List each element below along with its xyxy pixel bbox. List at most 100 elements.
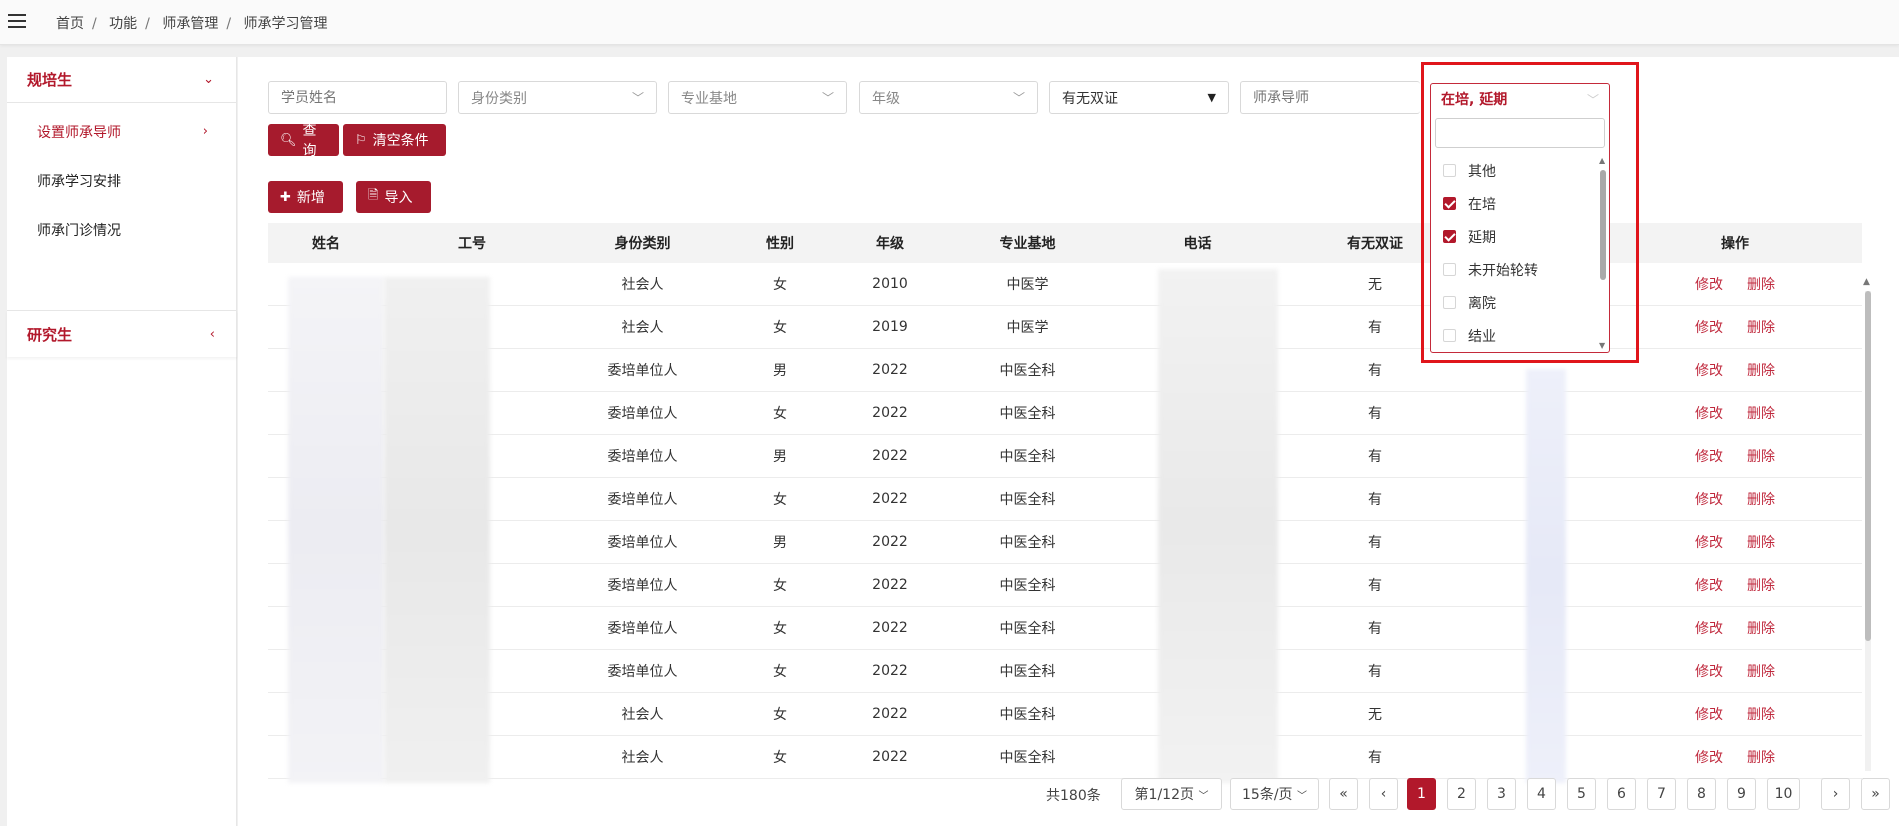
- import-button[interactable]: 🗎︎ 导入: [356, 181, 431, 213]
- prev-page-button[interactable]: ‹: [1369, 778, 1398, 810]
- delete-link[interactable]: 删除: [1747, 535, 1775, 551]
- cell-actions: 修改 删除: [1645, 489, 1825, 509]
- edit-link[interactable]: 修改: [1695, 664, 1723, 680]
- header-actions: 操作: [1721, 236, 1749, 252]
- delete-link[interactable]: 删除: [1747, 277, 1775, 293]
- cell-base: 中医全科: [999, 535, 1056, 551]
- checkbox-icon[interactable]: [1443, 296, 1456, 309]
- delete-link[interactable]: 删除: [1747, 492, 1775, 508]
- tutor-input[interactable]: [1240, 81, 1420, 114]
- sidebar-item-study-schedule[interactable]: 师承学习安排: [7, 156, 236, 205]
- page-size-select[interactable]: 15条/页 ﹀: [1230, 778, 1319, 810]
- delete-link[interactable]: 删除: [1747, 363, 1775, 379]
- scrollbar-thumb[interactable]: [1600, 170, 1606, 280]
- delete-link[interactable]: 删除: [1747, 578, 1775, 594]
- edit-link[interactable]: 修改: [1695, 363, 1723, 379]
- delete-link[interactable]: 删除: [1747, 406, 1775, 422]
- page-button-8[interactable]: 8: [1687, 778, 1716, 810]
- status-option[interactable]: 离院: [1431, 286, 1609, 319]
- page-button-9[interactable]: 9: [1727, 778, 1756, 810]
- status-select-value[interactable]: 在培, 延期 ﹀: [1431, 84, 1609, 114]
- cell-base: 中医全科: [999, 406, 1056, 422]
- cert-select[interactable]: 有无双证 ▼: [1049, 81, 1229, 114]
- edit-link[interactable]: 修改: [1695, 750, 1723, 766]
- status-option-label: 离院: [1468, 295, 1496, 312]
- page-button-4[interactable]: 4: [1527, 778, 1556, 810]
- edit-link[interactable]: 修改: [1695, 707, 1723, 723]
- query-button[interactable]: 🔍︎ 查询: [268, 123, 339, 159]
- checkbox-icon[interactable]: [1443, 164, 1456, 177]
- page-button-1[interactable]: 1: [1407, 778, 1436, 810]
- page-button-10[interactable]: 10: [1767, 778, 1800, 810]
- sidebar-item-clinic[interactable]: 师承门诊情况: [7, 205, 236, 254]
- page-button-2[interactable]: 2: [1447, 778, 1476, 810]
- status-option[interactable]: 未开始轮转: [1431, 253, 1609, 286]
- add-button[interactable]: ✚ 新增: [268, 181, 343, 213]
- edit-link[interactable]: 修改: [1695, 277, 1723, 293]
- page-button-5[interactable]: 5: [1567, 778, 1596, 810]
- first-page-button[interactable]: «: [1329, 778, 1358, 810]
- grade-select[interactable]: 年级 ﹀: [859, 81, 1038, 114]
- scroll-down-icon[interactable]: ▼: [1599, 341, 1605, 350]
- edit-link[interactable]: 修改: [1695, 578, 1723, 594]
- breadcrumb-mentorship[interactable]: 师承管理: [162, 16, 218, 32]
- status-option[interactable]: 延期: [1431, 220, 1609, 253]
- status-option[interactable]: 结业: [1431, 319, 1609, 350]
- status-multiselect[interactable]: 在培, 延期 ﹀ 其他 在培 延期未开始轮转离院结业 ▲ ▼: [1430, 83, 1610, 353]
- identity-type-select[interactable]: 身份类别 ﹀: [458, 81, 657, 114]
- cell-type: 委培单位人: [607, 535, 678, 551]
- delete-link[interactable]: 删除: [1747, 707, 1775, 723]
- tutor-field[interactable]: [1253, 89, 1408, 106]
- delete-link[interactable]: 删除: [1747, 621, 1775, 637]
- status-option-label: 未开始轮转: [1468, 262, 1538, 279]
- search-icon: 🔍︎: [280, 132, 297, 148]
- cell-actions: 修改 删除: [1645, 317, 1825, 337]
- edit-link[interactable]: 修改: [1695, 621, 1723, 637]
- delete-link[interactable]: 删除: [1747, 664, 1775, 680]
- header-grade: 年级: [876, 236, 904, 252]
- edit-link[interactable]: 修改: [1695, 320, 1723, 336]
- edit-link[interactable]: 修改: [1695, 535, 1723, 551]
- table-scrollbar[interactable]: ▲ ▼: [1862, 277, 1874, 787]
- student-name-input[interactable]: [268, 81, 447, 114]
- checkbox-checked-icon[interactable]: [1443, 197, 1456, 210]
- cell-base: 中医全科: [999, 707, 1056, 723]
- base-select[interactable]: 专业基地 ﹀: [668, 81, 847, 114]
- scroll-up-icon[interactable]: ▲: [1599, 156, 1605, 165]
- base-value: 专业基地: [681, 90, 737, 107]
- breadcrumb-function[interactable]: 功能: [109, 16, 137, 32]
- delete-link[interactable]: 删除: [1747, 449, 1775, 465]
- page-button-7[interactable]: 7: [1647, 778, 1676, 810]
- scrollbar-thumb[interactable]: [1865, 291, 1871, 641]
- edit-link[interactable]: 修改: [1695, 406, 1723, 422]
- dropdown-scrollbar[interactable]: ▲ ▼: [1599, 156, 1607, 350]
- scroll-up-icon[interactable]: ▲: [1863, 277, 1870, 287]
- status-option[interactable]: 其他: [1431, 154, 1609, 187]
- student-name-field[interactable]: [281, 89, 434, 106]
- delete-link[interactable]: 删除: [1747, 750, 1775, 766]
- page-button-3[interactable]: 3: [1487, 778, 1516, 810]
- checkbox-checked-icon[interactable]: [1443, 230, 1456, 243]
- edit-link[interactable]: 修改: [1695, 449, 1723, 465]
- sidebar-group-residents[interactable]: 规培生 ⌄: [7, 57, 236, 103]
- sidebar: 规培生 ⌄ 设置师承导师 › 师承学习安排 师承门诊情况 研究生 ‹: [7, 57, 237, 826]
- checkbox-icon[interactable]: [1443, 329, 1456, 342]
- checkbox-icon[interactable]: [1443, 263, 1456, 276]
- sidebar-item-set-tutor[interactable]: 设置师承导师 ›: [7, 107, 236, 156]
- clear-button[interactable]: ⚐ 清空条件: [343, 124, 446, 156]
- cell-gender: 女: [773, 406, 787, 422]
- breadcrumb-current: 师承学习管理: [243, 16, 328, 32]
- next-page-button[interactable]: ›: [1821, 778, 1850, 810]
- last-page-button[interactable]: »: [1861, 778, 1890, 810]
- breadcrumb-home[interactable]: 首页: [56, 16, 84, 32]
- status-search-input[interactable]: [1435, 118, 1605, 148]
- hamburger-menu-icon[interactable]: [8, 14, 26, 30]
- page-button-6[interactable]: 6: [1607, 778, 1636, 810]
- delete-link[interactable]: 删除: [1747, 320, 1775, 336]
- page-select[interactable]: 第1/12页 ﹀: [1121, 778, 1222, 810]
- edit-link[interactable]: 修改: [1695, 492, 1723, 508]
- sidebar-group-title: 规培生: [27, 71, 73, 89]
- sidebar-group-graduate[interactable]: 研究生 ‹: [7, 311, 237, 357]
- status-option[interactable]: 在培: [1431, 187, 1609, 220]
- cell-type: 社会人: [621, 750, 664, 766]
